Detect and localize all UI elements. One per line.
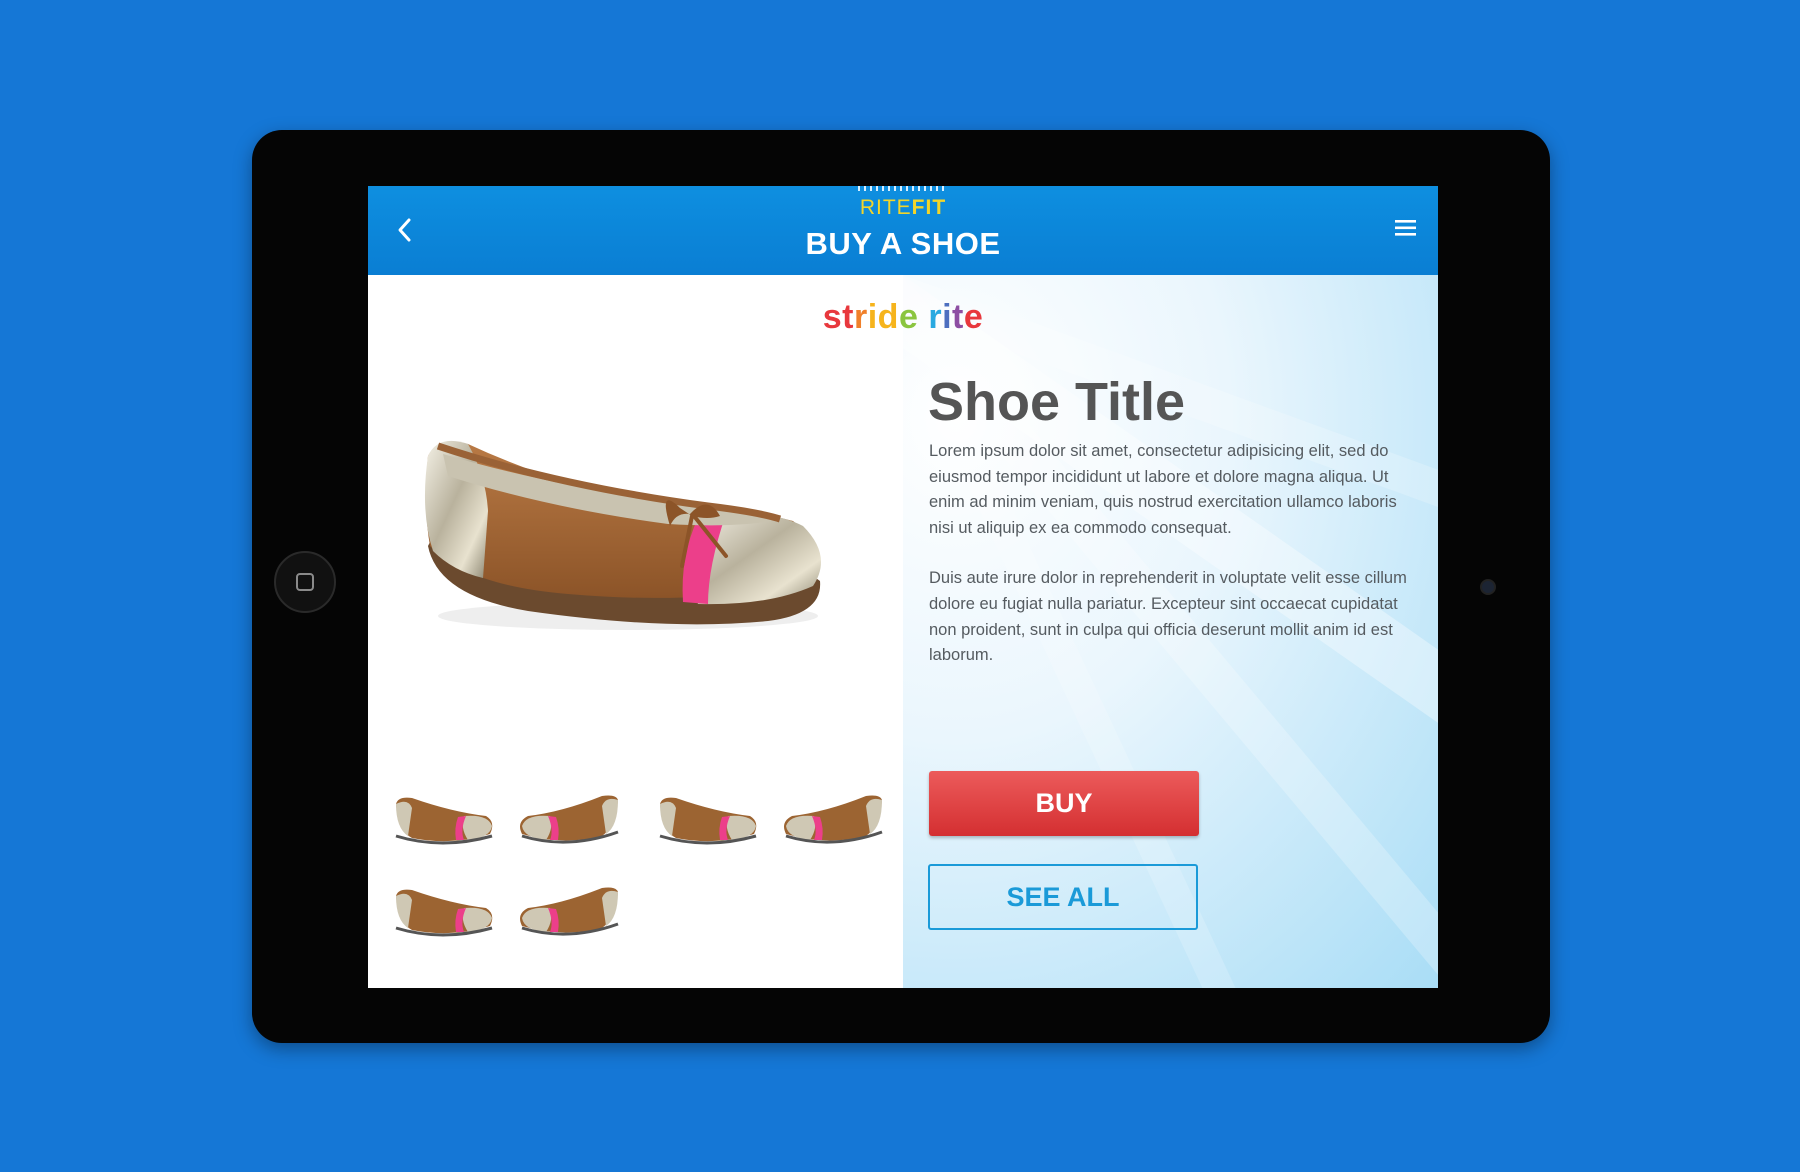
see-all-button[interactable]: SEE ALL	[928, 864, 1198, 930]
app-screen: RITEFIT BUY A SHOE stride rite Shoe Titl…	[368, 186, 1438, 988]
ruler-ticks-icon	[858, 186, 948, 191]
app-header: RITEFIT BUY A SHOE	[368, 186, 1438, 275]
thumbnail-gallery	[392, 786, 892, 966]
brand-letter: e	[963, 298, 984, 336]
ritefit-logo: RITEFIT	[848, 186, 958, 220]
thumbnail-image[interactable]	[656, 786, 760, 850]
logo-fit-text: FIT	[911, 196, 947, 219]
chevron-left-icon	[398, 218, 411, 242]
description-paragraph: Duis aute irure dolor in reprehenderit i…	[929, 569, 1407, 665]
thumbnail-image[interactable]	[392, 878, 496, 942]
back-button[interactable]	[390, 212, 420, 248]
brand-letter: d	[877, 298, 899, 336]
thumbnail-image[interactable]	[518, 786, 622, 850]
front-camera	[1480, 579, 1496, 595]
product-description: Lorem ipsum dolor sit amet, consectetur …	[929, 439, 1419, 694]
buy-button[interactable]: BUY	[929, 771, 1199, 836]
menu-button[interactable]	[1393, 216, 1419, 240]
product-title: Shoe Title	[928, 372, 1186, 432]
brand-letter: e	[898, 298, 919, 336]
thumbnail-image[interactable]	[782, 786, 886, 850]
hamburger-menu-icon	[1395, 220, 1416, 236]
home-square-icon	[296, 573, 314, 591]
brand-letter: i	[867, 298, 878, 336]
home-button[interactable]	[274, 551, 336, 613]
brand-letter: i	[942, 298, 953, 336]
logo-rite-text: RITE	[859, 196, 912, 219]
brand-letter: t	[952, 298, 964, 336]
thumbnail-image[interactable]	[518, 878, 622, 942]
brand-letter: t	[842, 298, 854, 336]
brand-letter: r	[928, 298, 943, 336]
thumbnail-image[interactable]	[392, 786, 496, 850]
brand-logo-stride-rite: stride rite	[768, 298, 1038, 337]
brand-letter	[918, 298, 928, 337]
page-title: BUY A SHOE	[805, 226, 1001, 261]
description-paragraph: Lorem ipsum dolor sit amet, consectetur …	[929, 442, 1397, 537]
brand-letter: s	[822, 298, 843, 336]
product-image	[424, 440, 821, 630]
brand-letter: r	[853, 298, 868, 336]
